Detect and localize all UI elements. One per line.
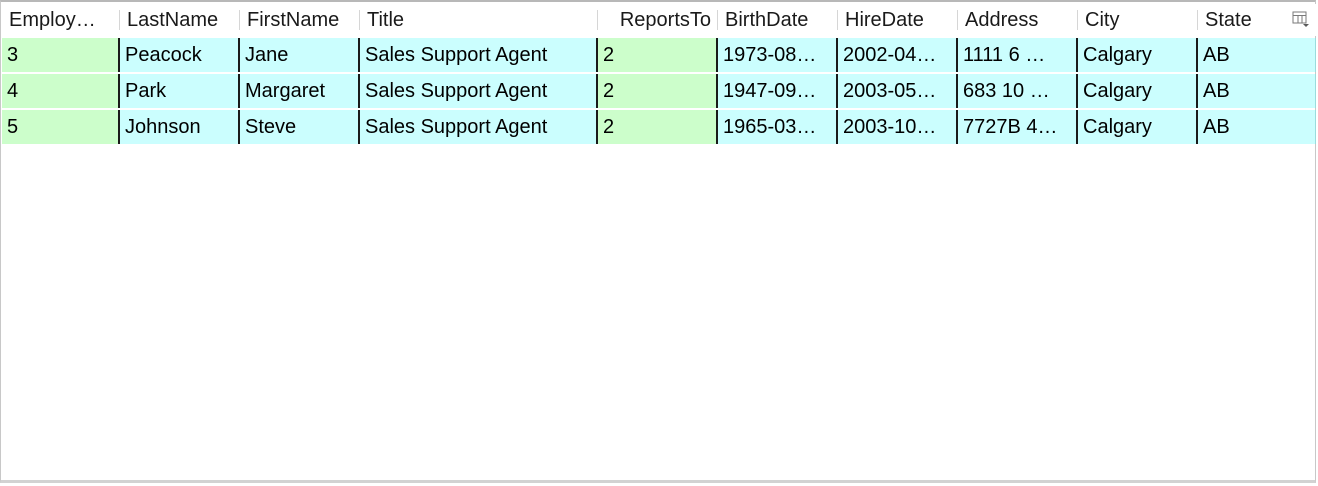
table-cell[interactable]: Calgary [1078,74,1198,108]
column-header-hiredate[interactable]: HireDate [838,4,958,36]
table-row[interactable]: 3 Peacock Jane Sales Support Agent 2 197… [2,38,1316,72]
table-cell[interactable]: AB [1198,74,1316,108]
table-cell[interactable]: 1947-09… [718,74,838,108]
table-cell[interactable]: 2 [598,110,718,144]
column-header-firstname[interactable]: FirstName [240,4,360,36]
table-cell[interactable]: 2 [598,74,718,108]
table-cell[interactable]: 1973-08… [718,38,838,72]
table-cell[interactable]: Steve [240,110,360,144]
table-cell[interactable]: 7727B 4… [958,110,1078,144]
column-header-birthdate[interactable]: BirthDate [718,4,838,36]
data-grid: Employ… LastName FirstName Title Reports… [2,4,1316,144]
column-header-reportsto[interactable]: ReportsTo [598,4,718,36]
column-header-lastname[interactable]: LastName [120,4,240,36]
column-chooser-icon[interactable] [1292,10,1310,28]
table-cell[interactable]: 1965-03… [718,110,838,144]
table-cell[interactable]: AB [1198,110,1316,144]
table-cell[interactable]: Sales Support Agent [360,110,598,144]
table-cell[interactable]: Calgary [1078,110,1198,144]
table-cell[interactable]: 2003-10… [838,110,958,144]
column-header-title[interactable]: Title [360,4,598,36]
table-cell[interactable]: Johnson [120,110,240,144]
table-cell[interactable]: 2003-05… [838,74,958,108]
table-cell[interactable]: 3 [2,38,120,72]
column-header-city[interactable]: City [1078,4,1198,36]
table-row[interactable]: 4 Park Margaret Sales Support Agent 2 19… [2,74,1316,108]
table-cell[interactable]: 4 [2,74,120,108]
table-cell[interactable]: Sales Support Agent [360,74,598,108]
table-cell[interactable]: Sales Support Agent [360,38,598,72]
table-cell[interactable]: AB [1198,38,1316,72]
column-header-row: Employ… LastName FirstName Title Reports… [2,4,1316,36]
table-cell[interactable]: 5 [2,110,120,144]
table-cell[interactable]: 2002-04… [838,38,958,72]
column-header-address[interactable]: Address [958,4,1078,36]
table-cell[interactable]: Calgary [1078,38,1198,72]
table-cell[interactable]: 2 [598,38,718,72]
table-cell[interactable]: Peacock [120,38,240,72]
column-header-employeeid[interactable]: Employ… [2,4,120,36]
table-cell[interactable]: Park [120,74,240,108]
table-row[interactable]: 5 Johnson Steve Sales Support Agent 2 19… [2,110,1316,144]
table-cell[interactable]: 683 10 … [958,74,1078,108]
data-grid-frame: Employ… LastName FirstName Title Reports… [0,0,1316,483]
table-cell[interactable]: 1111 6 … [958,38,1078,72]
table-cell[interactable]: Jane [240,38,360,72]
table-cell[interactable]: Margaret [240,74,360,108]
